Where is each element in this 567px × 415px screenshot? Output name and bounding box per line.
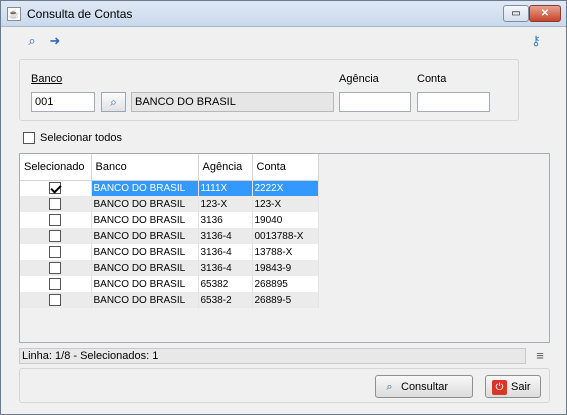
banco-cell: BANCO DO BRASIL bbox=[91, 228, 199, 244]
banco-cell: BANCO DO BRASIL bbox=[91, 196, 199, 212]
agencia-cell: 3136-4 bbox=[198, 228, 253, 244]
accounts-table: Selecionado Banco Agência Conta BANCO DO… bbox=[20, 154, 319, 308]
row-checkbox[interactable] bbox=[49, 182, 62, 195]
row-checkbox[interactable] bbox=[49, 230, 62, 242]
filter-panel: Banco Agência Conta 001 ⌕ BANCO DO BRASI… bbox=[19, 59, 519, 121]
search-icon[interactable]: ⌕ bbox=[24, 33, 40, 49]
row-select-cell bbox=[20, 212, 92, 228]
key-icon[interactable]: ⚷ bbox=[528, 33, 544, 49]
conta-cell: 2222X bbox=[252, 180, 319, 196]
consulta-contas-window: ☕ Consulta de Contas ▭ ✕ ⌕ ➜ ⚷ Banco Agê… bbox=[0, 0, 567, 415]
row-checkbox[interactable] bbox=[49, 278, 62, 290]
row-select-cell bbox=[20, 180, 92, 196]
row-select-cell bbox=[20, 260, 92, 276]
column-header-conta[interactable]: Conta bbox=[252, 154, 319, 181]
agencia-cell: 123-X bbox=[198, 196, 253, 212]
banco-label: Banco bbox=[31, 73, 63, 85]
banco-cell: BANCO DO BRASIL bbox=[91, 244, 199, 260]
column-header-selecionado[interactable]: Selecionado bbox=[20, 154, 92, 181]
row-select-cell bbox=[20, 196, 92, 212]
button-panel: ⌕ Consultar ⏻ Sair bbox=[19, 368, 550, 403]
table-row[interactable]: BANCO DO BRASIL 3136-4 0013788-X bbox=[20, 228, 319, 244]
table-row[interactable]: BANCO DO BRASIL 1111X 2222X bbox=[20, 180, 319, 196]
row-checkbox[interactable] bbox=[49, 198, 62, 210]
close-icon: ✕ bbox=[540, 8, 550, 19]
menu-icon[interactable]: ≡ bbox=[533, 348, 547, 364]
sair-label: Sair bbox=[511, 381, 531, 393]
conta-cell: 268895 bbox=[252, 276, 319, 292]
row-checkbox[interactable] bbox=[49, 246, 62, 258]
column-header-banco[interactable]: Banco bbox=[91, 154, 199, 181]
conta-cell: 0013788-X bbox=[252, 228, 319, 244]
row-select-cell bbox=[20, 276, 92, 292]
banco-cell: BANCO DO BRASIL bbox=[91, 212, 199, 228]
column-header-agencia[interactable]: Agência bbox=[198, 154, 253, 181]
search-icon: ⌕ bbox=[110, 95, 117, 109]
table-row[interactable]: BANCO DO BRASIL 3136-4 13788-X bbox=[20, 244, 319, 260]
search-icon: ⌕ bbox=[386, 380, 393, 393]
row-select-cell bbox=[20, 244, 92, 260]
maximize-button[interactable]: ▭ bbox=[503, 5, 529, 22]
agencia-cell: 1111X bbox=[198, 180, 253, 196]
conta-label: Conta bbox=[417, 73, 447, 85]
row-checkbox[interactable] bbox=[49, 262, 62, 274]
java-cup-icon: ☕ bbox=[7, 7, 21, 21]
maximize-icon: ▭ bbox=[511, 8, 521, 19]
agencia-cell: 65382 bbox=[198, 276, 253, 292]
title-bar: ☕ Consulta de Contas ▭ ✕ bbox=[1, 1, 566, 27]
banco-name-field: BANCO DO BRASIL bbox=[131, 92, 334, 112]
table-row[interactable]: BANCO DO BRASIL 65382 268895 bbox=[20, 276, 319, 292]
banco-cell: BANCO DO BRASIL bbox=[91, 276, 199, 292]
banco-lookup-button[interactable]: ⌕ bbox=[101, 92, 126, 112]
conta-cell: 123-X bbox=[252, 196, 319, 212]
row-select-cell bbox=[20, 228, 92, 244]
agencia-cell: 3136 bbox=[198, 212, 253, 228]
conta-cell: 13788-X bbox=[252, 244, 319, 260]
banco-cell: BANCO DO BRASIL bbox=[91, 260, 199, 276]
exit-icon: ⏻ bbox=[492, 379, 507, 395]
consultar-button[interactable]: ⌕ Consultar bbox=[375, 375, 473, 398]
sair-button[interactable]: ⏻ Sair bbox=[485, 375, 541, 398]
agencia-cell: 6538-2 bbox=[198, 292, 253, 308]
table-row[interactable]: BANCO DO BRASIL 123-X 123-X bbox=[20, 196, 319, 212]
export-icon[interactable]: ➜ bbox=[47, 33, 63, 49]
banco-code-input[interactable]: 001 bbox=[31, 92, 95, 112]
conta-cell: 19040 bbox=[252, 212, 319, 228]
banco-cell: BANCO DO BRASIL bbox=[91, 180, 199, 196]
select-all-checkbox[interactable] bbox=[23, 132, 35, 145]
banco-cell: BANCO DO BRASIL bbox=[91, 292, 199, 308]
agencia-input[interactable] bbox=[339, 92, 411, 112]
table-row[interactable]: BANCO DO BRASIL 6538-2 26889-5 bbox=[20, 292, 319, 308]
close-button[interactable]: ✕ bbox=[529, 5, 561, 22]
conta-cell: 19843-9 bbox=[252, 260, 319, 276]
agencia-cell: 3136-4 bbox=[198, 244, 253, 260]
table-row[interactable]: BANCO DO BRASIL 3136 19040 bbox=[20, 212, 319, 228]
accounts-grid[interactable]: Selecionado Banco Agência Conta BANCO DO… bbox=[19, 153, 550, 343]
conta-cell: 26889-5 bbox=[252, 292, 319, 308]
status-bar: Linha: 1/8 - Selecionados: 1 bbox=[19, 348, 526, 364]
row-select-cell bbox=[20, 292, 92, 308]
consultar-label: Consultar bbox=[401, 381, 449, 393]
agencia-label: Agência bbox=[339, 73, 379, 85]
table-row[interactable]: BANCO DO BRASIL 3136-4 19843-9 bbox=[20, 260, 319, 276]
row-checkbox[interactable] bbox=[49, 214, 62, 226]
window-title: Consulta de Contas bbox=[27, 7, 133, 21]
select-all-label: Selecionar todos bbox=[40, 132, 122, 144]
conta-input[interactable] bbox=[417, 92, 490, 112]
agencia-cell: 3136-4 bbox=[198, 260, 253, 276]
row-checkbox[interactable] bbox=[49, 294, 62, 306]
